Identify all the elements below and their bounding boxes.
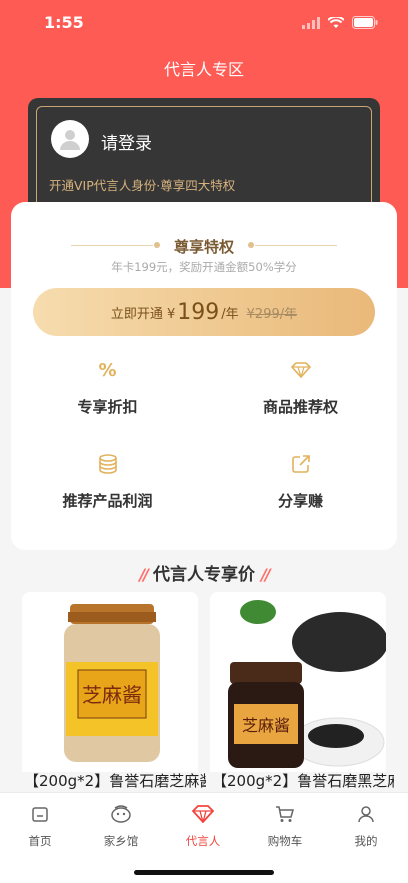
product-name[interactable]: 【200g*2】鲁誉石磨黑芝麻酱 — [212, 770, 394, 791]
avatar[interactable] — [51, 120, 89, 158]
feature-share: 分享赚 — [204, 452, 397, 511]
feature-label: 专享折扣 — [77, 398, 138, 416]
decor-dot — [248, 242, 254, 248]
tab-mine[interactable]: 我的 — [326, 803, 406, 849]
user-icon — [60, 130, 80, 150]
user-icon — [326, 803, 406, 825]
product-image: 芝麻酱 — [210, 592, 386, 772]
decor-slashes: // — [139, 565, 149, 584]
feature-profit: 推荐产品利润 — [11, 452, 204, 511]
open-vip-button[interactable]: 立即开通 ¥ 199 /年 ¥299/年 — [33, 288, 375, 336]
open-button-price: 199 — [177, 299, 220, 325]
home-icon — [0, 803, 80, 825]
open-button-unit: /年 — [221, 306, 239, 322]
face-icon — [81, 803, 161, 825]
coins-icon — [11, 452, 204, 476]
percent-icon: % — [98, 359, 117, 381]
vip-subtitle: 开通VIP代言人身份·尊享四大特权 — [49, 178, 236, 193]
tab-home[interactable]: 首页 — [0, 803, 80, 849]
product-card[interactable]: 芝麻酱 — [210, 592, 386, 772]
privileges-title: 尊享特权 — [173, 238, 234, 256]
feature-label: 推荐产品利润 — [62, 492, 153, 510]
privileges-card: 尊享特权 年卡199元，奖励开通金额50%学分 立即开通 ¥ 199 /年 ¥2… — [11, 202, 397, 550]
section-title: //代言人专享价// — [139, 565, 271, 585]
diamond-icon — [163, 803, 243, 825]
home-indicator — [134, 870, 274, 875]
divider — [255, 245, 337, 246]
feature-label: 商品推荐权 — [262, 398, 338, 416]
status-time: 1:55 — [44, 13, 84, 32]
login-link[interactable]: 请登录 — [101, 129, 152, 154]
open-button-prefix: 立即开通 ¥ — [110, 306, 176, 322]
feature-label: 分享赚 — [277, 492, 323, 510]
tab-spokesperson[interactable]: 代言人 — [163, 803, 243, 849]
privileges-subtitle: 年卡199元，奖励开通金额50%学分 — [111, 260, 297, 274]
share-icon — [204, 452, 397, 476]
feature-discount: % 专享折扣 — [11, 358, 204, 417]
status-bar: 1:55 — [0, 0, 408, 44]
product-name[interactable]: 【200g*2】鲁誉石磨芝麻酱 — [24, 770, 206, 791]
original-price: ¥299/年 — [246, 306, 298, 322]
battery-icon — [352, 14, 378, 33]
page-title: 代言人专区 — [163, 60, 244, 79]
product-card[interactable]: 芝麻酱 — [22, 592, 198, 772]
feature-recommend: 商品推荐权 — [204, 358, 397, 417]
wifi-icon — [327, 14, 345, 33]
diamond-icon — [204, 358, 397, 382]
signal-icon — [302, 14, 320, 33]
product-image: 芝麻酱 — [22, 592, 198, 772]
svg-text:芝麻酱: 芝麻酱 — [242, 716, 290, 735]
cart-icon — [245, 803, 325, 825]
tab-hometown[interactable]: 家乡馆 — [81, 803, 161, 849]
tab-cart[interactable]: 购物车 — [245, 803, 325, 849]
svg-text:芝麻酱: 芝麻酱 — [82, 683, 142, 707]
decor-slashes: // — [261, 565, 271, 584]
